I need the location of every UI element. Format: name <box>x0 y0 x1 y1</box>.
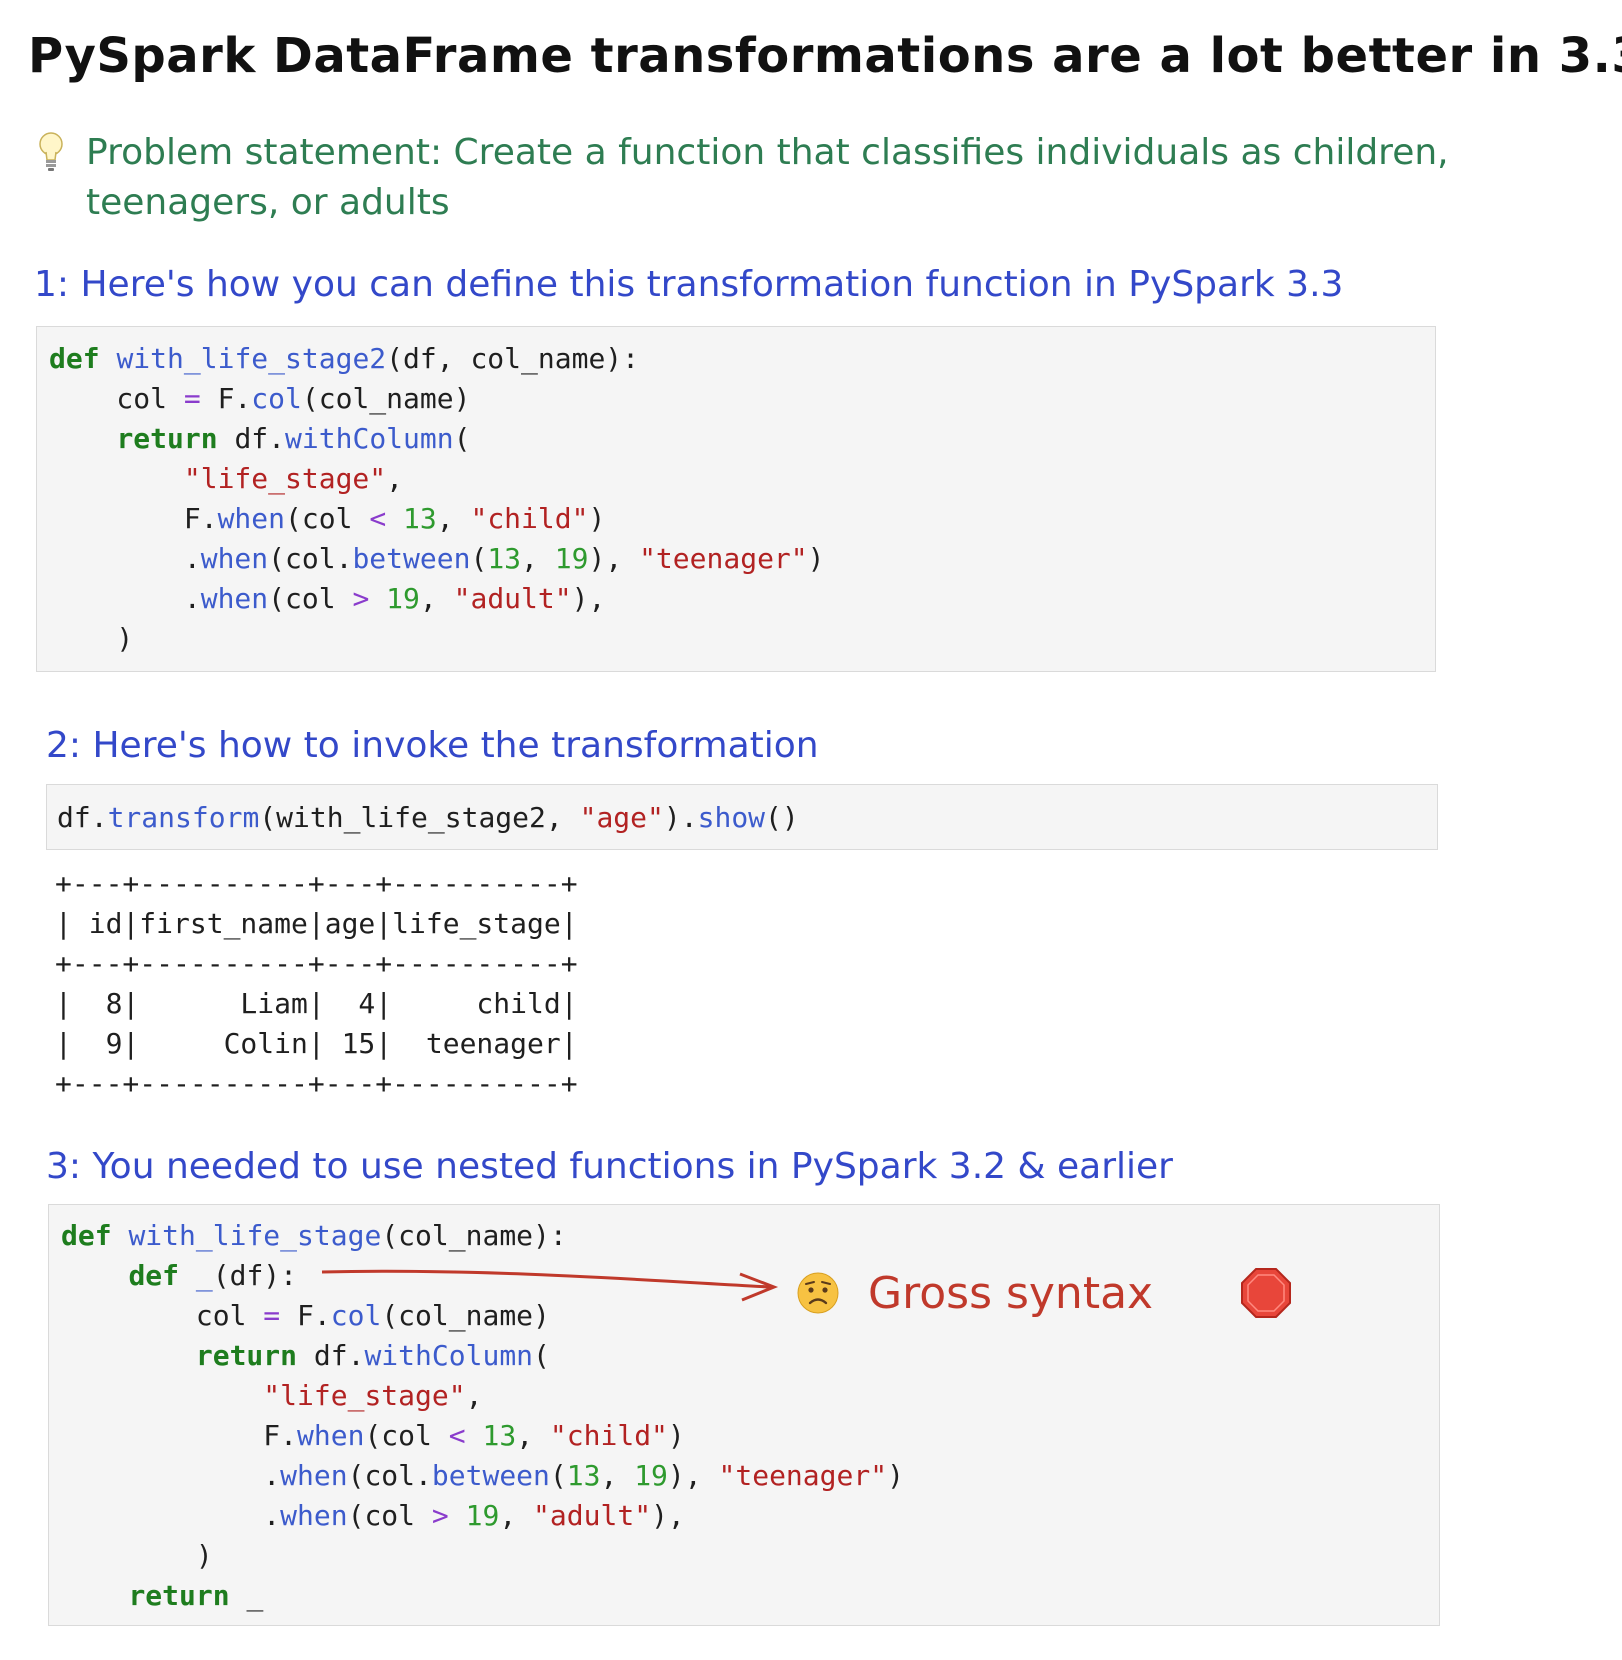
lightbulb-icon <box>39 132 63 171</box>
stop-sign-icon <box>1241 1268 1291 1318</box>
output-line: | 8| Liam| 4| child| <box>55 987 578 1020</box>
code-line: col = F.col(col_name) <box>61 1299 550 1332</box>
code-line: .when(col.between(13, 19), "teenager") <box>49 542 825 575</box>
code-line: .when(col > 19, "adult"), <box>49 582 606 615</box>
code-line: return _ <box>128 1579 264 1612</box>
code-line: def with_life_stage2(df, col_name): <box>49 342 640 375</box>
code-line: def with_life_stage(col_name): <box>61 1219 567 1252</box>
page-title: PySpark DataFrame transformations are a … <box>28 28 1622 84</box>
step-3-heading: 3: You needed to use nested functions in… <box>46 1146 1173 1187</box>
output-line: | 9| Colin| 15| teenager| <box>55 1027 578 1060</box>
code-line: .when(col > 19, "adult"), <box>61 1499 685 1532</box>
code-line: col = F.col(col_name) <box>49 382 471 415</box>
gross-syntax-label: Gross syntax <box>868 1268 1154 1319</box>
code-line: def _(df): <box>128 1259 298 1292</box>
code-line: "life_stage", <box>183 462 404 495</box>
problem-statement-text: Problem statement: Create a function tha… <box>86 132 1449 223</box>
step-1-heading: 1: Here's how you can define this transf… <box>34 264 1344 305</box>
output-line: +---+----------+---+----------+ <box>55 947 578 980</box>
code-block-pyspark-33: def with_life_stage2(df, col_name): col … <box>36 326 1436 672</box>
output-line: | id|first_name|age|life_stage| <box>55 907 578 940</box>
step-2-heading: 2: Here's how to invoke the transformati… <box>46 725 819 766</box>
worried-face-icon <box>797 1272 839 1314</box>
code-line: ) <box>61 1539 213 1572</box>
code-line: F.when(col < 13, "child") <box>61 1419 685 1452</box>
output-line: +---+----------+---+----------+ <box>55 1067 578 1100</box>
code-line: return df.withColumn( <box>116 422 471 455</box>
code-line: df.transform(with_life_stage2, "age").sh… <box>57 801 799 834</box>
code-line: return df.withColumn( <box>195 1339 550 1372</box>
code-line: ) <box>49 622 134 655</box>
code-line: F.when(col < 13, "child") <box>49 502 606 535</box>
code-block-pyspark-32: def with_life_stage(col_name): def _(df)… <box>48 1204 1440 1626</box>
code-line: .when(col.between(13, 19), "teenager") <box>61 1459 904 1492</box>
code-block-invoke: df.transform(with_life_stage2, "age").sh… <box>46 784 1438 850</box>
dataframe-output-table: +---+----------+---+----------+ | id|firs… <box>55 864 578 1104</box>
code-line: "life_stage", <box>263 1379 483 1412</box>
output-line: +---+----------+---+----------+ <box>55 867 578 900</box>
